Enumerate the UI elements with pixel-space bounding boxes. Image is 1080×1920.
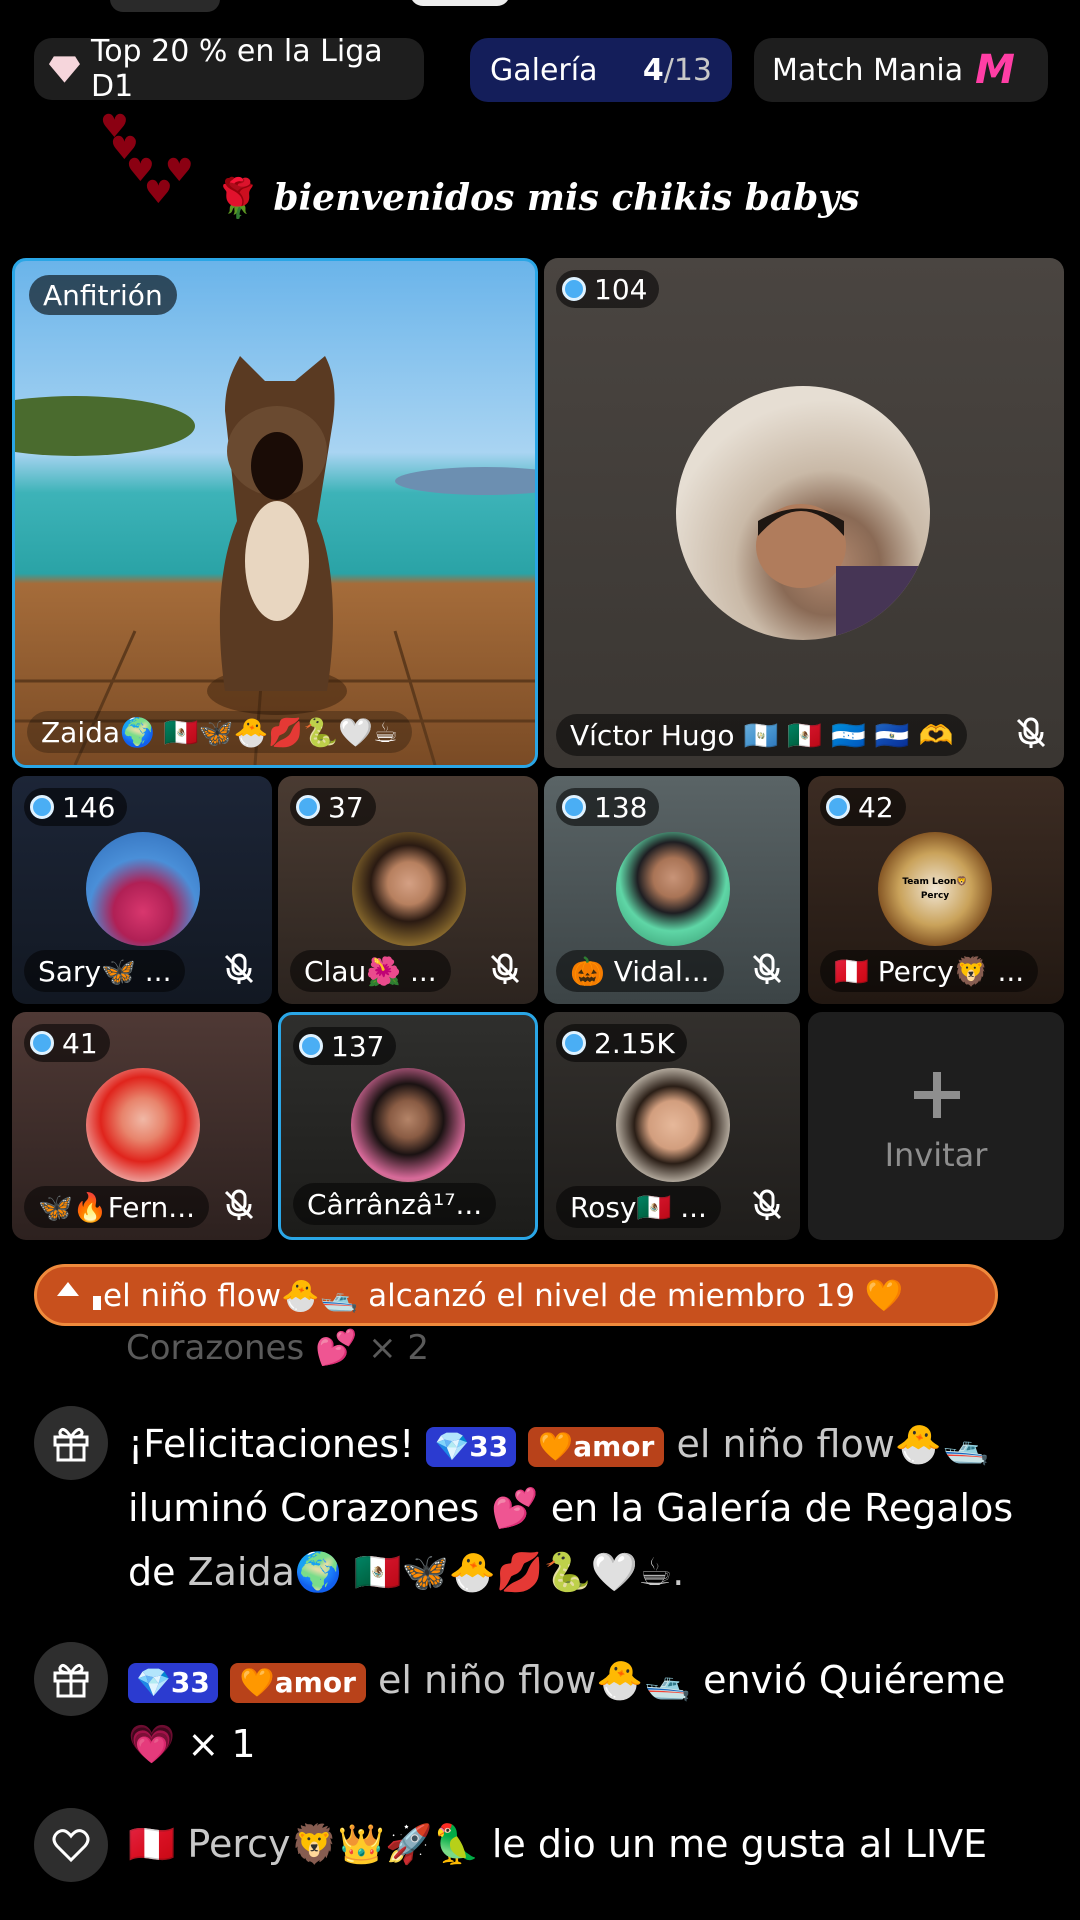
tile-name: 🎃 Vidal... bbox=[556, 950, 724, 992]
tile-name: Zaida🌍 🇲🇽🦋🐣💋🐍🤍☕ bbox=[27, 711, 413, 753]
level-badge: 💎33 bbox=[426, 1426, 517, 1467]
tile-name: Rosy🇲🇽 ... bbox=[556, 1186, 721, 1228]
score-badge: 104 bbox=[556, 270, 660, 308]
gallery-progress: 4/13 bbox=[642, 52, 712, 88]
level-up-icon bbox=[57, 1282, 79, 1296]
gallery-label: Galería bbox=[490, 52, 598, 88]
avatar bbox=[616, 1068, 730, 1182]
mic-muted-icon bbox=[224, 953, 254, 984]
score-icon bbox=[296, 795, 320, 819]
banner-text: el niño flow🐣🛥️ alcanzó el nivel de miem… bbox=[103, 1277, 904, 1314]
score-badge: 146 bbox=[24, 788, 128, 826]
guest-tile[interactable]: 104 Víctor Hugo 🇬🇹 🇲🇽 🇭🇳 🇸🇻 🫶 bbox=[544, 258, 1064, 768]
guest-tile[interactable]: 2.15K Rosy🇲🇽 ... bbox=[544, 1012, 800, 1240]
heart-icon bbox=[34, 1808, 108, 1882]
top-stats-fragment bbox=[40, 0, 540, 16]
gift-icon bbox=[34, 1406, 108, 1480]
league-label: Top 20 % en la Liga D1 bbox=[90, 34, 383, 104]
chat-username[interactable]: 🇵🇪 Percy🦁👑🚀🦜 bbox=[128, 1822, 480, 1866]
follow-button-fragment[interactable] bbox=[410, 0, 510, 6]
score-icon bbox=[30, 1031, 54, 1055]
guest-tile[interactable]: 138 🎃 Vidal... bbox=[544, 776, 800, 1004]
avatar: Team Leon🦁 Percy bbox=[878, 832, 992, 946]
level-badge: 💎33 bbox=[128, 1662, 218, 1703]
mic-muted-icon bbox=[490, 953, 520, 984]
invite-label: Invitar bbox=[884, 1136, 988, 1174]
score-badge: 37 bbox=[290, 788, 376, 826]
guest-tile[interactable]: 146 Sary🦋 ... bbox=[12, 776, 272, 1004]
gallery-pill[interactable]: Galería 4/13 bbox=[470, 38, 732, 102]
host-role-badge: Anfitrión bbox=[29, 275, 177, 315]
level-up-icon-stem bbox=[93, 1296, 101, 1310]
gift-icon bbox=[34, 1642, 108, 1716]
avatar bbox=[676, 386, 930, 640]
score-icon bbox=[826, 795, 850, 819]
score-icon bbox=[30, 795, 54, 819]
tile-name: Clau🌺 ... bbox=[290, 950, 451, 992]
tile-name: 🇵🇪 Percy🦁 ... bbox=[820, 950, 1039, 992]
chat-username[interactable]: Zaida🌍 🇲🇽🦋🐣💋🐍🤍☕. bbox=[188, 1550, 685, 1594]
guest-tile[interactable]: 37 Clau🌺 ... bbox=[278, 776, 538, 1004]
fan-club-badge: 🧡amor bbox=[528, 1426, 665, 1467]
invite-tile[interactable]: Invitar bbox=[808, 1012, 1064, 1240]
tile-name: Cârrânzâ¹⁷... bbox=[293, 1183, 497, 1225]
guest-tile[interactable]: 41 🦋🔥Fern... bbox=[12, 1012, 272, 1240]
mic-muted-icon bbox=[752, 1189, 782, 1220]
hearts-decoration: ♥ ♥ ♥ ♥ ♥ bbox=[100, 107, 194, 211]
chat-username[interactable]: el niño flow🐣🛥️ bbox=[676, 1422, 989, 1466]
score-icon bbox=[299, 1034, 323, 1058]
match-mania-logo: M bbox=[975, 47, 1015, 93]
guest-tile[interactable]: 137 Cârrânzâ¹⁷... bbox=[278, 1012, 538, 1240]
chat-text: le dio un me gusta al LIVE bbox=[491, 1822, 988, 1866]
score-icon bbox=[562, 1031, 586, 1055]
host-tile[interactable]: Anfitrión Zaida🌍 🇲🇽🦋🐣💋🐍🤍☕ bbox=[12, 258, 538, 768]
match-mania-label: Match Mania bbox=[772, 52, 964, 88]
score-icon bbox=[562, 795, 586, 819]
guest-tile[interactable]: 42 Team Leon🦁 Percy 🇵🇪 Percy🦁 ... bbox=[808, 776, 1064, 1004]
chat-message: 🇵🇪 Percy🦁👑🚀🦜 le dio un me gusta al LIVE bbox=[128, 1812, 1048, 1876]
score-badge: 137 bbox=[293, 1027, 397, 1065]
score-badge: 138 bbox=[556, 788, 660, 826]
welcome-message: 🌹 bienvenidos mis chikis babys bbox=[214, 175, 860, 220]
mic-muted-icon bbox=[752, 953, 782, 984]
score-badge: 2.15K bbox=[556, 1024, 687, 1062]
avatar bbox=[616, 832, 730, 946]
avatar bbox=[86, 832, 200, 946]
score-badge: 41 bbox=[24, 1024, 110, 1062]
avatar bbox=[86, 1068, 200, 1182]
rose-icon: 🌹 bbox=[214, 175, 262, 220]
diamond-icon bbox=[48, 56, 80, 83]
avatar bbox=[352, 832, 466, 946]
chat-message: 💎33 🧡amor el niño flow🐣🛥️ envió Quiéreme… bbox=[128, 1648, 1048, 1776]
mic-muted-icon bbox=[1016, 717, 1046, 748]
fan-club-badge: 🧡amor bbox=[229, 1662, 366, 1703]
plus-icon bbox=[914, 1072, 960, 1118]
score-badge: 42 bbox=[820, 788, 906, 826]
viewer-badge bbox=[110, 0, 220, 12]
member-level-banner: el niño flow🐣🛥️ alcanzó el nivel de miem… bbox=[34, 1264, 998, 1326]
avatar-caption: Team Leon🦁 Percy bbox=[902, 877, 968, 901]
mic-muted-icon bbox=[224, 1189, 254, 1220]
avatar bbox=[351, 1068, 465, 1182]
host-scene bbox=[15, 356, 535, 765]
scrolled-chat-fragment: Corazones 💕 × 2 bbox=[126, 1328, 430, 1368]
chat-message: ¡Felicitaciones! 💎33 🧡amor el niño flow🐣… bbox=[128, 1412, 1048, 1604]
league-rank-pill[interactable]: Top 20 % en la Liga D1 bbox=[34, 34, 424, 104]
score-icon bbox=[562, 277, 586, 301]
tile-name: Víctor Hugo 🇬🇹 🇲🇽 🇭🇳 🇸🇻 🫶 bbox=[556, 714, 968, 756]
chat-congrats: ¡Felicitaciones! bbox=[128, 1422, 415, 1466]
tile-name: Sary🦋 ... bbox=[24, 950, 186, 992]
tile-name: 🦋🔥Fern... bbox=[24, 1186, 209, 1228]
chat-username[interactable]: el niño flow🐣🛥️ bbox=[378, 1658, 691, 1702]
match-mania-pill[interactable]: Match Mania M bbox=[754, 38, 1048, 102]
